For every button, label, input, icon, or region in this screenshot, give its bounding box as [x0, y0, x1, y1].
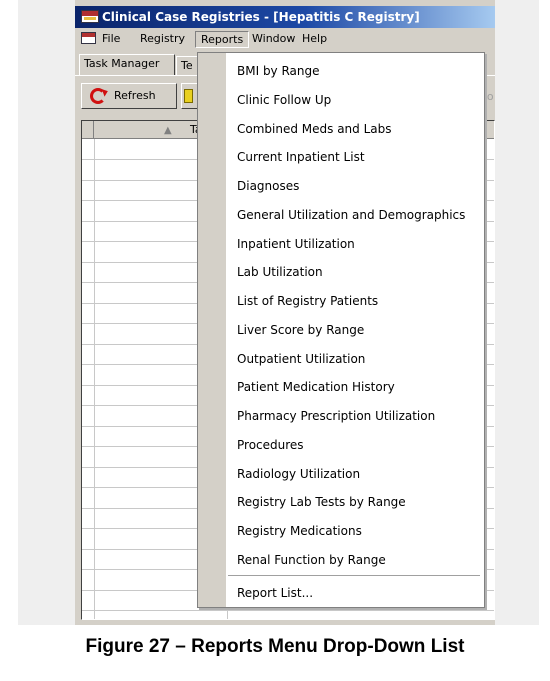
menu-file[interactable]: File	[97, 31, 125, 48]
reports-menu-item[interactable]: Renal Function by Range	[237, 546, 386, 574]
menu-bar: File Registry Reports Window Help	[75, 28, 495, 50]
reports-menu-item[interactable]: Patient Medication History	[237, 373, 395, 401]
figure-caption: Figure 27 – Reports Menu Drop-Down List	[85, 636, 465, 657]
menu-registry[interactable]: Registry	[135, 31, 190, 48]
sort-ascending-icon: ▲	[164, 125, 172, 136]
reports-menu-item[interactable]: Radiology Utilization	[237, 460, 360, 488]
refresh-icon	[90, 88, 106, 104]
reports-menu-item[interactable]: BMI by Range	[237, 57, 320, 85]
reports-menu-item[interactable]: Combined Meds and Labs	[237, 115, 392, 143]
reports-menu-item[interactable]: Lab Utilization	[237, 258, 323, 286]
reports-menu-item[interactable]: General Utilization and Demographics	[237, 201, 465, 229]
reports-menu-item[interactable]: Diagnoses	[237, 172, 299, 200]
refresh-label: Refresh	[114, 89, 156, 102]
header-spacer	[82, 121, 94, 139]
reports-menu-item[interactable]: Registry Medications	[237, 517, 362, 545]
window-title: Clinical Case Registries - [Hepatitis C …	[102, 10, 420, 24]
menu-icon-gutter	[198, 53, 226, 607]
reports-menu-item[interactable]: Liver Score by Range	[237, 316, 364, 344]
menu-reports[interactable]: Reports	[195, 31, 250, 48]
refresh-button[interactable]: Refresh	[81, 83, 177, 109]
menu-help[interactable]: Help	[297, 31, 332, 48]
menu-window[interactable]: Window	[247, 31, 300, 48]
reports-menu-item[interactable]: Procedures	[237, 431, 304, 459]
reports-menu-item[interactable]: Clinic Follow Up	[237, 86, 331, 114]
reports-menu-item[interactable]: Pharmacy Prescription Utilization	[237, 402, 435, 430]
menu-separator	[228, 575, 480, 576]
table-row	[82, 610, 494, 611]
reports-menu-item[interactable]: List of Registry Patients	[237, 287, 378, 315]
reports-menu-item[interactable]: Registry Lab Tests by Range	[237, 488, 406, 516]
reports-menu-item[interactable]: Current Inpatient List	[237, 143, 365, 171]
reports-menu-item[interactable]: Report List...	[237, 579, 313, 607]
figure-frame: Clinical Case Registries - [Hepatitis C …	[0, 0, 550, 681]
reports-menu-item[interactable]: Outpatient Utilization	[237, 345, 365, 373]
reports-dropdown-menu: BMI by Range Clinic Follow Up Combined Med…	[197, 52, 485, 608]
child-window-icon[interactable]	[81, 32, 96, 44]
grid-column-line	[94, 139, 95, 619]
document-icon	[184, 89, 193, 103]
reports-menu-item[interactable]: Inpatient Utilization	[237, 230, 355, 258]
tab-task-manager[interactable]: Task Manager	[79, 54, 175, 76]
app-logo-icon	[81, 10, 99, 23]
title-bar: Clinical Case Registries - [Hepatitis C …	[75, 6, 495, 28]
